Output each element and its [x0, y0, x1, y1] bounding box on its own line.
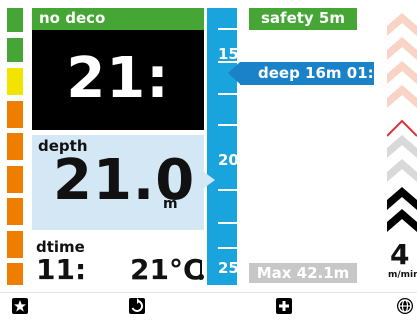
deco-stop-pointer — [228, 62, 240, 84]
scale-tick — [218, 189, 237, 191]
ascent-rate-value: 4 — [390, 238, 410, 271]
safety-stop-label: safety 5m — [261, 9, 345, 27]
tissue-segment-yellow — [7, 68, 23, 95]
nodeco-label: no deco — [39, 9, 106, 27]
tissue-segment-orange-3 — [7, 166, 23, 193]
tissue-segment-orange-1 — [7, 101, 23, 128]
tissue-segment-green-1 — [7, 8, 23, 32]
globe-icon[interactable] — [397, 298, 413, 314]
plus-icon[interactable] — [276, 298, 292, 314]
tissue-segment-orange-2 — [7, 133, 23, 160]
bottom-toolbar — [0, 292, 417, 321]
dive-time-value: 11: — [36, 253, 87, 286]
rotate-icon[interactable] — [129, 298, 145, 314]
max-depth-label: Max 42.1m — [256, 264, 350, 282]
scale-tick — [218, 93, 237, 95]
scale-label-25: 25 — [218, 259, 239, 277]
thermometer-icon — [198, 260, 204, 280]
scale-tick — [218, 222, 237, 224]
temperature-value: 21°C — [130, 253, 204, 286]
scale-tick — [218, 124, 237, 126]
depth-unit: m — [163, 196, 178, 212]
ascent-rate-unit: m/min — [388, 270, 417, 280]
scale-tick — [218, 28, 237, 30]
scale-label-15: 15 — [218, 45, 239, 63]
depth-pointer — [204, 172, 215, 188]
tissue-segment-green-2 — [7, 38, 23, 62]
scale-label-20: 20 — [218, 151, 239, 169]
scale-tick — [218, 247, 237, 249]
tissue-segment-orange-5 — [7, 231, 23, 258]
deco-stop-label: deep 16m 01: — [258, 64, 374, 82]
tissue-segment-orange-4 — [7, 198, 23, 225]
tissue-segment-orange-6 — [7, 263, 23, 285]
nodeco-time: 21: — [66, 46, 170, 111]
ascent-rate-indicator — [387, 13, 417, 232]
star-icon[interactable] — [12, 298, 28, 314]
